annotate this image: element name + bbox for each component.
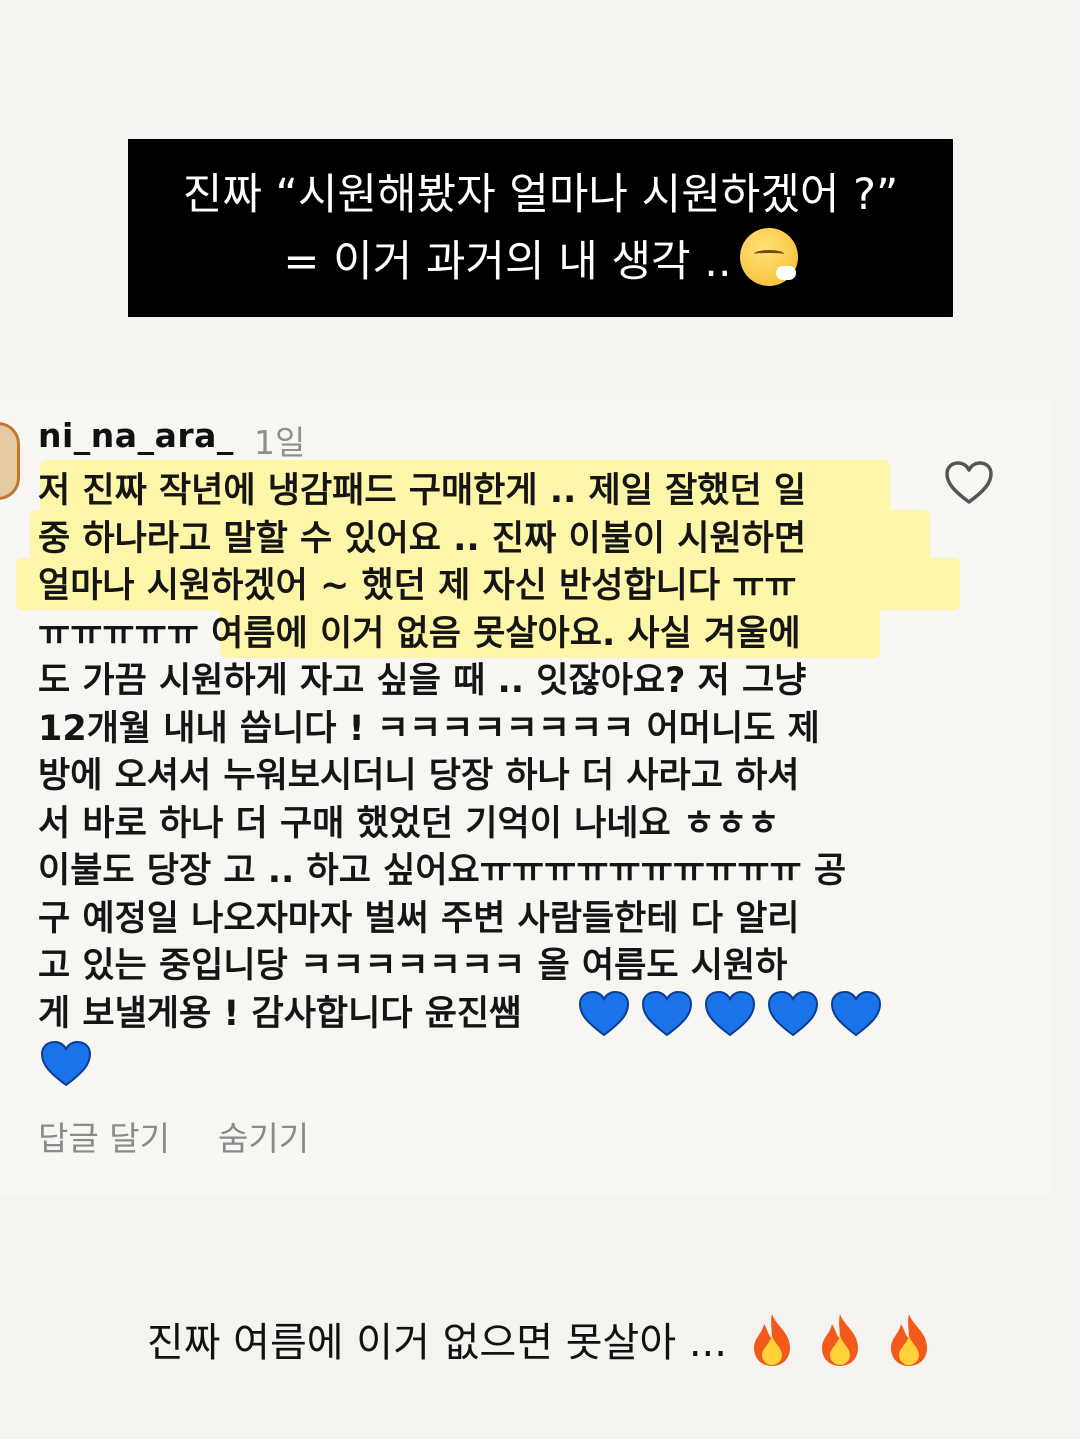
top-caption-box: 진짜 “시원해봤자 얼마나 시원하겠어 ?” = 이거 과거의 내 생각 .. xyxy=(128,139,953,317)
blue-heart-icon xyxy=(768,990,819,1037)
hide-button[interactable]: 숨기기 xyxy=(218,1112,309,1160)
fire-icon xyxy=(891,1314,928,1366)
blue-hearts-row-2 xyxy=(40,1040,98,1088)
bottom-caption: 진짜 여름에 이거 없으면 못살아 ... xyxy=(0,1310,1080,1368)
top-caption-line1: 진짜 “시원해봤자 얼마나 시원하겠어 ?” xyxy=(182,169,899,220)
comment-text: 저 진짜 작년에 냉감패드 구매한게 .. 제일 잘했던 일 중 하나라고 말할… xyxy=(38,471,847,1034)
comment-card: ni_na_ara_ 1일 저 진짜 작년에 냉감패드 구매한게 .. 제일 잘… xyxy=(0,400,1052,1195)
blue-heart-icon xyxy=(40,1040,92,1087)
fire-icon xyxy=(822,1314,859,1366)
top-caption-line2-row: = 이거 과거의 내 생각 .. xyxy=(283,227,798,295)
blue-heart-icon xyxy=(705,990,756,1037)
top-caption-line2: = 이거 과거의 내 생각 .. xyxy=(283,236,732,287)
blue-heart-icon xyxy=(578,990,630,1037)
face-exhaling-emoji-icon xyxy=(739,227,798,286)
blue-heart-icon xyxy=(831,990,882,1037)
heart-outline-icon[interactable] xyxy=(944,460,994,506)
comment-username[interactable]: ni_na_ara_ xyxy=(38,416,234,455)
comment-time: 1일 xyxy=(254,423,306,462)
fire-icon xyxy=(753,1314,790,1366)
reply-button[interactable]: 답글 달기 xyxy=(38,1112,170,1160)
blue-heart-icon xyxy=(642,990,693,1037)
bottom-caption-text: 진짜 여름에 이거 없으면 못살아 ... xyxy=(146,1320,727,1366)
avatar[interactable] xyxy=(0,422,20,500)
blue-hearts-row xyxy=(578,990,888,1038)
